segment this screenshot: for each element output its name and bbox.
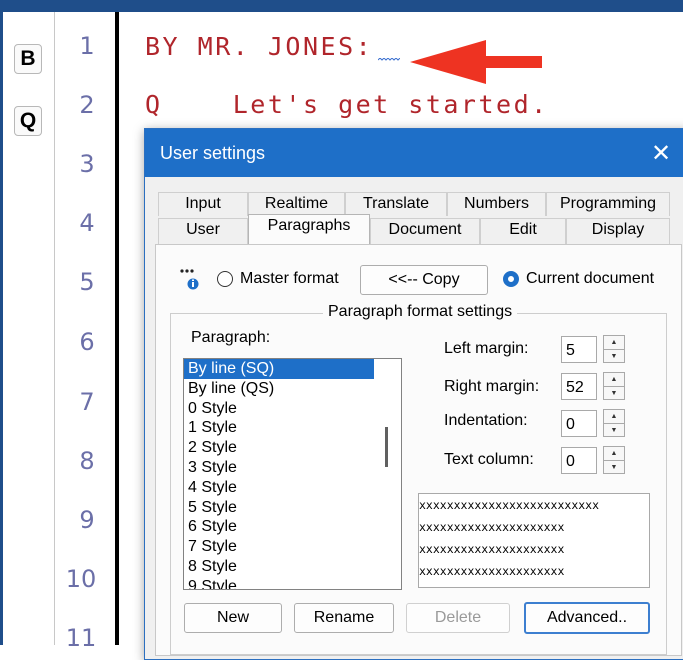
text-column-input[interactable]: 0 (561, 447, 597, 474)
line-number: 1 (79, 32, 95, 60)
right-margin-input[interactable]: 52 (561, 373, 597, 400)
master-format-label: Master format (240, 270, 339, 287)
dialog-title: User settings (160, 143, 266, 163)
spellcheck-squiggle (378, 58, 400, 61)
preview-line: xxxxxxxxxxxxxxxxxxxxx (419, 542, 565, 556)
list-item[interactable]: 9 Style (184, 577, 401, 589)
paragraph-listbox[interactable]: By line (SQ) By line (QS) 0 Style 1 Styl… (183, 358, 402, 590)
tab-document[interactable]: Document (370, 218, 480, 244)
list-item[interactable]: 7 Style (184, 537, 401, 557)
line-number: 4 (79, 209, 95, 237)
tab-realtime[interactable]: Realtime (248, 192, 345, 216)
chevron-up-icon[interactable]: ▲ (604, 336, 624, 349)
listbox-scrollbar[interactable] (385, 427, 388, 467)
advanced-button[interactable]: Advanced.. (524, 602, 650, 634)
master-format-radio[interactable] (217, 271, 233, 287)
paragraph-format-title: Paragraph format settings (323, 303, 518, 321)
tab-translate[interactable]: Translate (345, 192, 447, 216)
tab-input[interactable]: Input (158, 192, 248, 216)
dialog-titlebar[interactable]: User settings ✕ (145, 129, 683, 177)
line-number: 5 (79, 268, 95, 296)
current-document-label: Current document (526, 270, 655, 287)
copy-button[interactable]: <<-- Copy (360, 265, 488, 295)
line-number: 3 (79, 150, 95, 178)
gutter-divider (54, 12, 55, 645)
paragraph-label: Paragraph: (191, 329, 271, 346)
pointer-arrow-icon (410, 40, 542, 84)
list-item[interactable]: 1 Style (184, 418, 401, 438)
line-number: 9 (79, 506, 95, 534)
tab-user[interactable]: User (158, 218, 248, 244)
current-document-radio[interactable] (503, 271, 519, 287)
list-item[interactable]: 3 Style (184, 458, 401, 478)
line-number: 6 (79, 328, 95, 356)
chevron-down-icon[interactable]: ▼ (604, 386, 624, 400)
right-margin-stepper[interactable]: ▲ ▼ (603, 372, 625, 400)
left-margin-input[interactable]: 5 (561, 336, 597, 363)
line-number: 2 (79, 91, 95, 119)
toggle-b-button[interactable]: B (14, 44, 42, 74)
new-button[interactable]: New (184, 603, 282, 633)
chevron-up-icon[interactable]: ▲ (604, 373, 624, 386)
list-item[interactable]: By line (QS) (184, 379, 401, 399)
window-frame-top (0, 0, 683, 12)
chevron-up-icon[interactable]: ▲ (604, 447, 624, 460)
list-item[interactable]: 5 Style (184, 498, 401, 518)
document-line[interactable]: BY MR. JONES: (145, 32, 373, 61)
chevron-down-icon[interactable]: ▼ (604, 349, 624, 363)
list-item[interactable]: 0 Style (184, 399, 401, 419)
tab-numbers[interactable]: Numbers (447, 192, 546, 216)
delete-button[interactable]: Delete (406, 603, 510, 633)
indentation-label: Indentation: (444, 412, 528, 429)
line-number: 10 (65, 565, 97, 593)
list-item[interactable]: 4 Style (184, 478, 401, 498)
text-column-stepper[interactable]: ▲ ▼ (603, 446, 625, 474)
list-item[interactable]: 6 Style (184, 517, 401, 537)
paragraph-info-icon (180, 269, 199, 290)
tab-programming[interactable]: Programming (546, 192, 670, 216)
rename-button[interactable]: Rename (294, 603, 394, 633)
document-line[interactable]: Q Let's get started. (145, 90, 549, 119)
preview-line: xxxxxxxxxxxxxxxxxxxxx (419, 520, 565, 534)
toggle-q-button[interactable]: Q (14, 106, 42, 136)
close-icon[interactable]: ✕ (651, 139, 671, 167)
list-item[interactable]: 2 Style (184, 438, 401, 458)
text-column-label: Text column: (444, 451, 534, 468)
chevron-up-icon[interactable]: ▲ (604, 410, 624, 423)
tab-edit[interactable]: Edit (480, 218, 566, 244)
tab-paragraphs[interactable]: Paragraphs (248, 214, 370, 244)
list-item[interactable]: 8 Style (184, 557, 401, 577)
format-preview: xxxxxxxxxxxxxxxxxxxxxxxxxx xxxxxxxxxxxxx… (418, 493, 650, 588)
window-frame-left (0, 0, 3, 645)
chevron-down-icon[interactable]: ▼ (604, 460, 624, 474)
list-item[interactable]: By line (SQ) (184, 359, 374, 379)
line-number: 8 (79, 447, 95, 475)
indentation-input[interactable]: 0 (561, 410, 597, 437)
chevron-down-icon[interactable]: ▼ (604, 423, 624, 437)
tab-display[interactable]: Display (566, 218, 670, 244)
right-margin-label: Right margin: (444, 378, 540, 395)
left-margin-stepper[interactable]: ▲ ▼ (603, 335, 625, 363)
preview-line: xxxxxxxxxxxxxxxxxxxxx (419, 564, 565, 578)
indentation-stepper[interactable]: ▲ ▼ (603, 409, 625, 437)
preview-line: xxxxxxxxxxxxxxxxxxxxxxxxxx (419, 498, 600, 512)
line-number: 7 (79, 388, 95, 416)
line-number: 11 (65, 624, 97, 652)
left-margin-label: Left margin: (444, 340, 529, 357)
